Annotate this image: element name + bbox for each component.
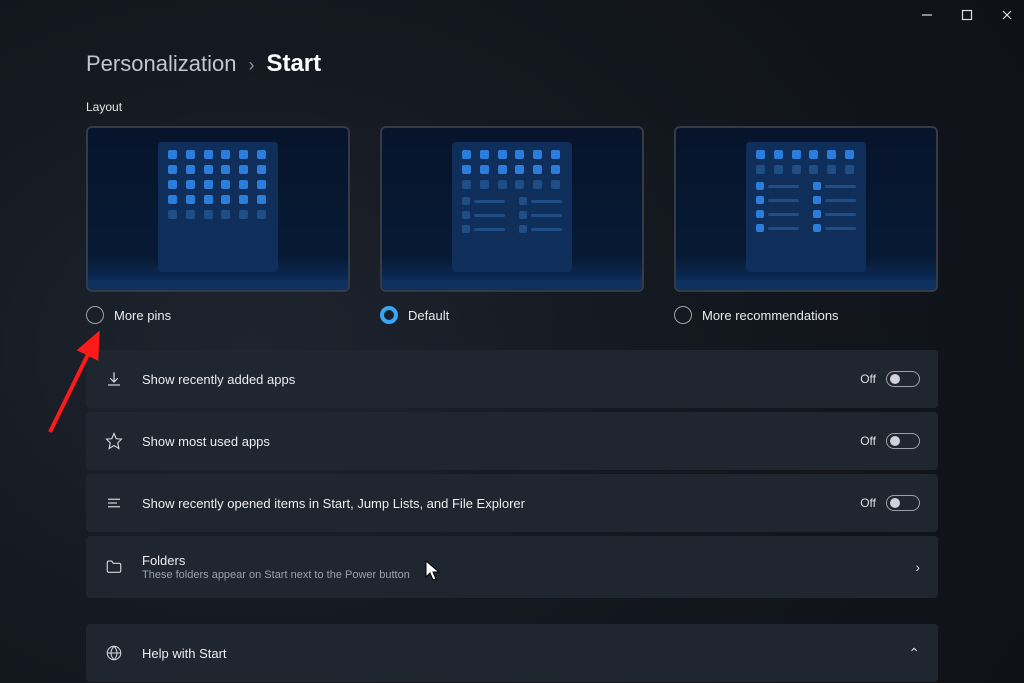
section-label-layout: Layout: [86, 100, 938, 114]
chevron-right-icon: ›: [248, 55, 254, 76]
breadcrumb-parent[interactable]: Personalization: [86, 51, 236, 77]
row-show-most-used[interactable]: Show most used apps Off: [86, 412, 938, 470]
chevron-right-icon: ›: [915, 559, 920, 575]
radio-label: More recommendations: [702, 308, 839, 323]
toggle-show-recently-opened[interactable]: [886, 495, 920, 511]
chevron-up-icon: ⌃: [908, 645, 920, 662]
close-button[interactable]: [998, 6, 1016, 24]
page-title: Start: [266, 50, 321, 78]
minimize-button[interactable]: [918, 6, 936, 24]
breadcrumb: Personalization › Start: [86, 50, 938, 78]
layout-preview-more-pins: [86, 126, 350, 292]
radio-label: More pins: [114, 308, 171, 323]
row-title: Show recently added apps: [142, 372, 295, 387]
window-controls: [918, 6, 1016, 24]
layout-preview-more-recommendations: [674, 126, 938, 292]
maximize-button[interactable]: [958, 6, 976, 24]
layout-option-more-recommendations[interactable]: More recommendations: [674, 126, 938, 324]
row-subtitle: These folders appear on Start next to th…: [142, 569, 410, 581]
layout-option-more-pins[interactable]: More pins: [86, 126, 350, 324]
radio-more-recommendations[interactable]: [674, 306, 692, 324]
row-show-recently-opened[interactable]: Show recently opened items in Start, Jum…: [86, 474, 938, 532]
row-title: Show recently opened items in Start, Jum…: [142, 496, 525, 511]
row-folders[interactable]: Folders These folders appear on Start ne…: [86, 536, 938, 598]
radio-label: Default: [408, 308, 449, 323]
row-show-recently-added[interactable]: Show recently added apps Off: [86, 350, 938, 408]
row-title: Folders: [142, 553, 410, 568]
toggle-show-recently-added[interactable]: [886, 371, 920, 387]
globe-icon: [104, 643, 124, 663]
toggle-state: Off: [860, 496, 876, 510]
radio-more-pins[interactable]: [86, 306, 104, 324]
layout-preview-default: [380, 126, 644, 292]
row-title: Show most used apps: [142, 434, 270, 449]
toggle-state: Off: [860, 372, 876, 386]
radio-default[interactable]: [380, 306, 398, 324]
toggle-show-most-used[interactable]: [886, 433, 920, 449]
download-icon: [104, 369, 124, 389]
row-title: Help with Start: [142, 646, 227, 661]
toggle-state: Off: [860, 434, 876, 448]
row-help-with-start[interactable]: Help with Start ⌃: [86, 624, 938, 682]
layout-option-default[interactable]: Default: [380, 126, 644, 324]
folder-icon: [104, 557, 124, 577]
star-icon: [104, 431, 124, 451]
list-icon: [104, 493, 124, 513]
